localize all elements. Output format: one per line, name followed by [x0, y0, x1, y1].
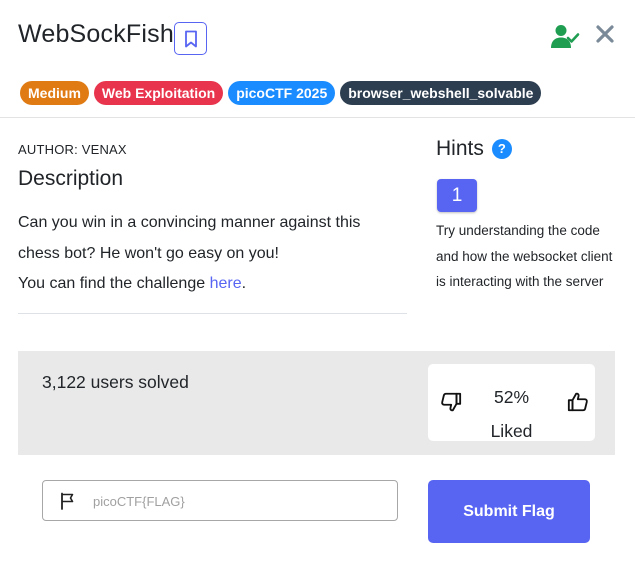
- stats-panel: 3,122 users solved 52% Liked: [18, 351, 615, 455]
- description-line: Can you win in a convincing manner again…: [18, 214, 361, 262]
- bookmark-icon: [184, 30, 197, 47]
- liked-percent: 52%: [493, 387, 530, 407]
- difficulty-badge[interactable]: Medium: [20, 81, 89, 105]
- user-check-icon[interactable]: [550, 22, 580, 50]
- flag-icon: [61, 492, 74, 510]
- author-label: AUTHOR: VENAX: [18, 142, 127, 157]
- thumbs-up-icon[interactable]: [567, 391, 589, 413]
- description-prefix: You can find the challenge: [18, 275, 210, 292]
- solved-count: 3,122 users solved: [42, 372, 189, 392]
- thumbs-down-icon[interactable]: [440, 391, 462, 413]
- hints-title-text: Hints: [436, 137, 484, 160]
- tag-list: Medium Web Exploitation picoCTF 2025 bro…: [20, 81, 542, 105]
- close-icon[interactable]: [593, 22, 617, 46]
- description-suffix: .: [241, 275, 247, 292]
- flag-input[interactable]: [93, 490, 383, 512]
- tag-badge[interactable]: browser_webshell_solvable: [340, 81, 542, 105]
- challenge-title: WebSockFish: [18, 20, 174, 48]
- hint-text: Try understanding the code and how the w…: [436, 223, 613, 289]
- bookmark-button[interactable]: [174, 22, 207, 55]
- description-line: You can find the challenge here.: [18, 269, 398, 300]
- challenge-header: WebSockFish Medium Web Exploitation pico…: [0, 0, 635, 118]
- description-heading: Description: [18, 167, 124, 190]
- submit-flag-button[interactable]: Submit Flag: [428, 480, 590, 543]
- liked-label: Liked: [490, 421, 533, 441]
- divider: [18, 313, 407, 314]
- hint-1-button[interactable]: 1: [437, 179, 477, 212]
- event-badge[interactable]: picoCTF 2025: [228, 81, 336, 105]
- rating-box: 52% Liked: [428, 364, 595, 441]
- hints-heading: Hints ?: [436, 137, 512, 161]
- category-badge[interactable]: Web Exploitation: [93, 81, 224, 105]
- challenge-link[interactable]: here: [210, 275, 242, 292]
- description-text: Can you win in a convincing manner again…: [18, 208, 398, 300]
- flag-field[interactable]: [42, 480, 398, 521]
- help-icon[interactable]: ?: [491, 139, 512, 159]
